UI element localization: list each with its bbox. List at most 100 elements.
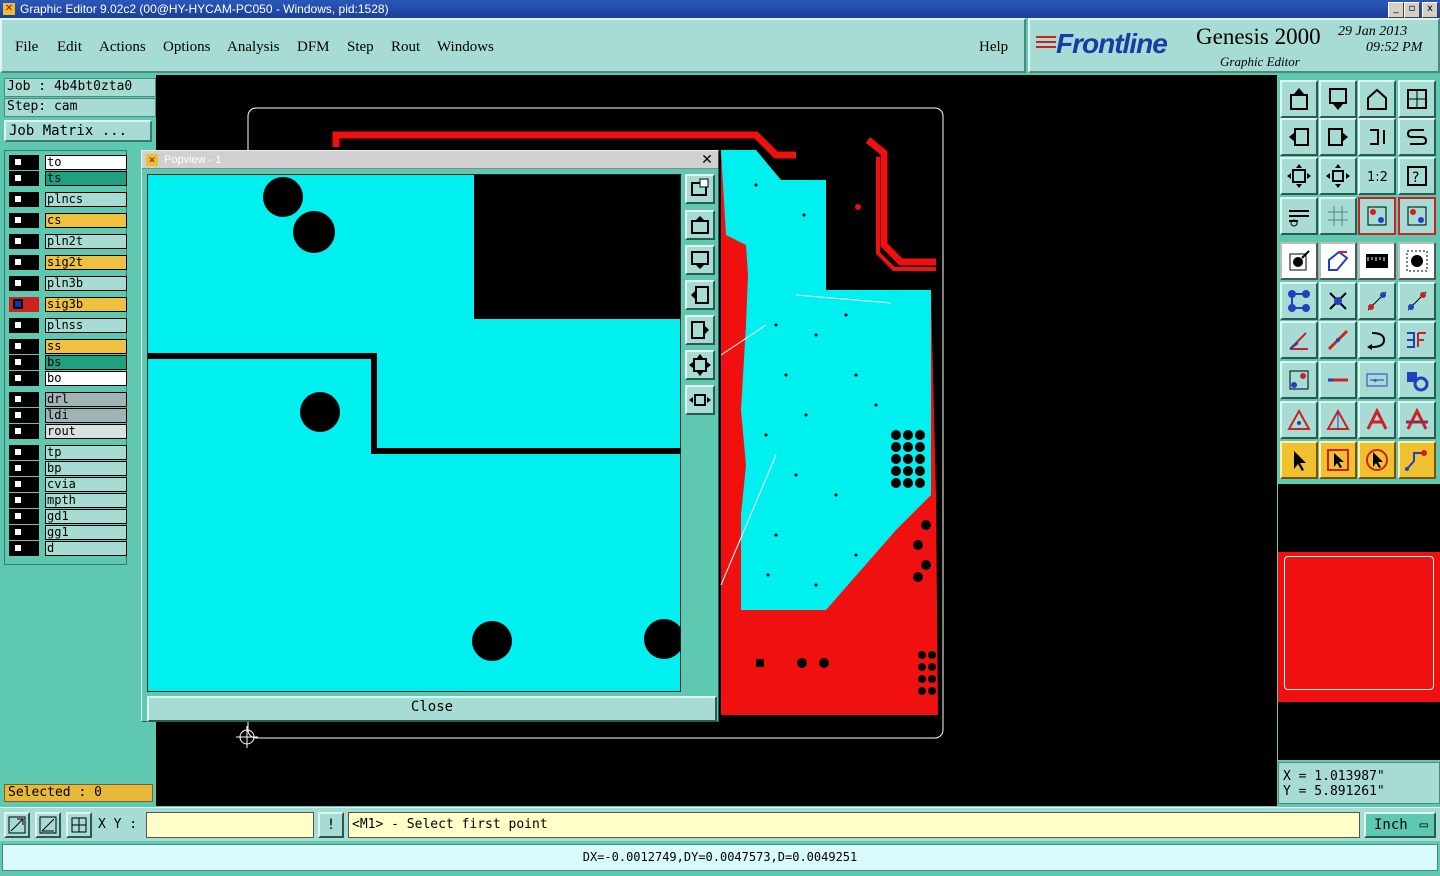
bbox-button[interactable]: + [1358, 361, 1396, 399]
layer-row-d[interactable]: d [9, 541, 127, 556]
layer-name[interactable]: plnss [45, 318, 127, 333]
layer-name[interactable]: pln2t [45, 234, 127, 249]
layer-checkbox[interactable] [13, 463, 23, 473]
zoom-home-button[interactable] [1280, 80, 1318, 118]
ruler-button[interactable] [1358, 242, 1396, 280]
menu-help[interactable]: Help [979, 39, 1008, 56]
pv-fit-button[interactable] [685, 350, 715, 380]
pad-add-button[interactable] [1280, 361, 1318, 399]
unit-selector[interactable]: Inch ▭ [1364, 812, 1436, 838]
layer-checkbox[interactable] [13, 373, 23, 383]
snap-arrow-button[interactable] [1280, 242, 1318, 280]
line-red-button[interactable] [1319, 361, 1357, 399]
pointer-box-button[interactable] [1319, 441, 1357, 479]
layer-checkbox[interactable] [13, 543, 23, 553]
pointer-circle-button[interactable] [1358, 441, 1396, 479]
menu-dfm[interactable]: DFM [297, 39, 330, 56]
popview-close-button[interactable]: Close [147, 696, 717, 722]
layer-comp-button[interactable] [1358, 197, 1396, 235]
flip-button[interactable] [1358, 118, 1396, 156]
menu-analysis[interactable]: Analysis [227, 39, 280, 56]
layer-name[interactable]: ts [45, 171, 127, 186]
layer-comp-active-button[interactable] [1398, 197, 1436, 235]
zoom-out-button[interactable] [1319, 80, 1357, 118]
layer-name[interactable]: d [45, 541, 127, 556]
a-line-button[interactable] [1398, 401, 1436, 439]
pv-fit-profile-button[interactable] [685, 385, 715, 415]
layer-name[interactable]: ldi [45, 408, 127, 423]
layer-checkbox[interactable] [13, 194, 23, 204]
layer-checkbox[interactable] [13, 173, 23, 183]
layer-row-plnss[interactable]: plnss [9, 318, 127, 333]
measure-button[interactable] [1280, 197, 1318, 235]
layer-row-gd1[interactable]: gd1 [9, 509, 127, 524]
a-shape-button[interactable] [1358, 401, 1396, 439]
layer-name[interactable]: bo [45, 371, 127, 386]
minimize-button[interactable]: _ [1388, 2, 1404, 18]
layer-row-sig3b[interactable]: sig3b [9, 297, 127, 312]
layer-row-mpth[interactable]: mpth [9, 493, 127, 508]
s-curve-button[interactable] [1398, 118, 1436, 156]
layer-row-cs[interactable]: cs [9, 213, 127, 228]
menu-options[interactable]: Options [163, 39, 211, 56]
layer-checkbox[interactable] [13, 299, 23, 309]
layer-name[interactable]: pln3b [45, 276, 127, 291]
shapes-button[interactable] [1398, 361, 1436, 399]
pv-zoom-window-button[interactable] [685, 174, 715, 204]
ratio-1-2-button[interactable]: 1:2 [1358, 157, 1396, 195]
pv-pan-right-button[interactable] [685, 315, 715, 345]
layer-row-sig2t[interactable]: sig2t [9, 255, 127, 270]
layer-checkbox[interactable] [13, 495, 23, 505]
maximize-button[interactable]: ▫ [1404, 2, 1420, 18]
layer-checkbox[interactable] [13, 341, 23, 351]
pv-pan-left-button[interactable] [685, 280, 715, 310]
layer-name[interactable]: cvia [45, 477, 127, 492]
layer-row-pln2t[interactable]: pln2t [9, 234, 127, 249]
layer-name[interactable]: rout [45, 424, 127, 439]
layer-name[interactable]: ss [45, 339, 127, 354]
layer-checkbox[interactable] [13, 357, 23, 367]
layer-row-gg1[interactable]: gg1 [9, 525, 127, 540]
layer-checkbox[interactable] [13, 426, 23, 436]
menu-rout[interactable]: Rout [391, 39, 420, 56]
layer-name[interactable]: cs [45, 213, 127, 228]
layer-name[interactable]: drl [45, 392, 127, 407]
pan-right-button[interactable] [1319, 118, 1357, 156]
layer-name[interactable]: gd1 [45, 509, 127, 524]
xy-input[interactable] [146, 812, 314, 838]
warning-button[interactable]: ! [318, 812, 344, 838]
layer-checkbox[interactable] [13, 447, 23, 457]
route-button[interactable] [1398, 441, 1436, 479]
home-button[interactable] [1358, 80, 1396, 118]
grid-button[interactable] [1319, 197, 1357, 235]
menu-actions[interactable]: Actions [99, 39, 146, 56]
fit-all-button[interactable] [1280, 157, 1318, 195]
layer-checkbox[interactable] [13, 527, 23, 537]
layer-row-ts[interactable]: ts [9, 171, 127, 186]
layer-row-plncs[interactable]: plncs [9, 192, 127, 207]
angle-mode-button[interactable] [35, 812, 61, 838]
layer-name[interactable]: mpth [45, 493, 127, 508]
help-button[interactable]: ? [1398, 157, 1436, 195]
menu-edit[interactable]: Edit [57, 39, 82, 56]
layer-name[interactable]: tp [45, 445, 127, 460]
select-shape-button[interactable] [1319, 242, 1357, 280]
diagonal-line-button[interactable] [1319, 321, 1357, 359]
x-node-button[interactable] [1319, 282, 1357, 320]
layer-name[interactable]: to [45, 155, 127, 170]
line-node-button[interactable] [1358, 282, 1396, 320]
menu-windows[interactable]: Windows [437, 39, 494, 56]
layer-checkbox[interactable] [13, 278, 23, 288]
layer-name[interactable]: bp [45, 461, 127, 476]
job-matrix-button[interactable]: Job Matrix ... [4, 120, 152, 142]
popview-viewport[interactable] [147, 174, 681, 692]
close-window-button[interactable]: x [1422, 2, 1438, 18]
layer-name[interactable]: plncs [45, 192, 127, 207]
pv-zoom-out-button[interactable] [685, 245, 715, 275]
layer-name[interactable]: gg1 [45, 525, 127, 540]
snap-mode-button[interactable] [4, 812, 30, 838]
layer-row-bp[interactable]: bp [9, 461, 127, 476]
layer-row-ldi[interactable]: ldi [9, 408, 127, 423]
connect-button[interactable] [1280, 282, 1318, 320]
text-f-button[interactable] [1398, 321, 1436, 359]
